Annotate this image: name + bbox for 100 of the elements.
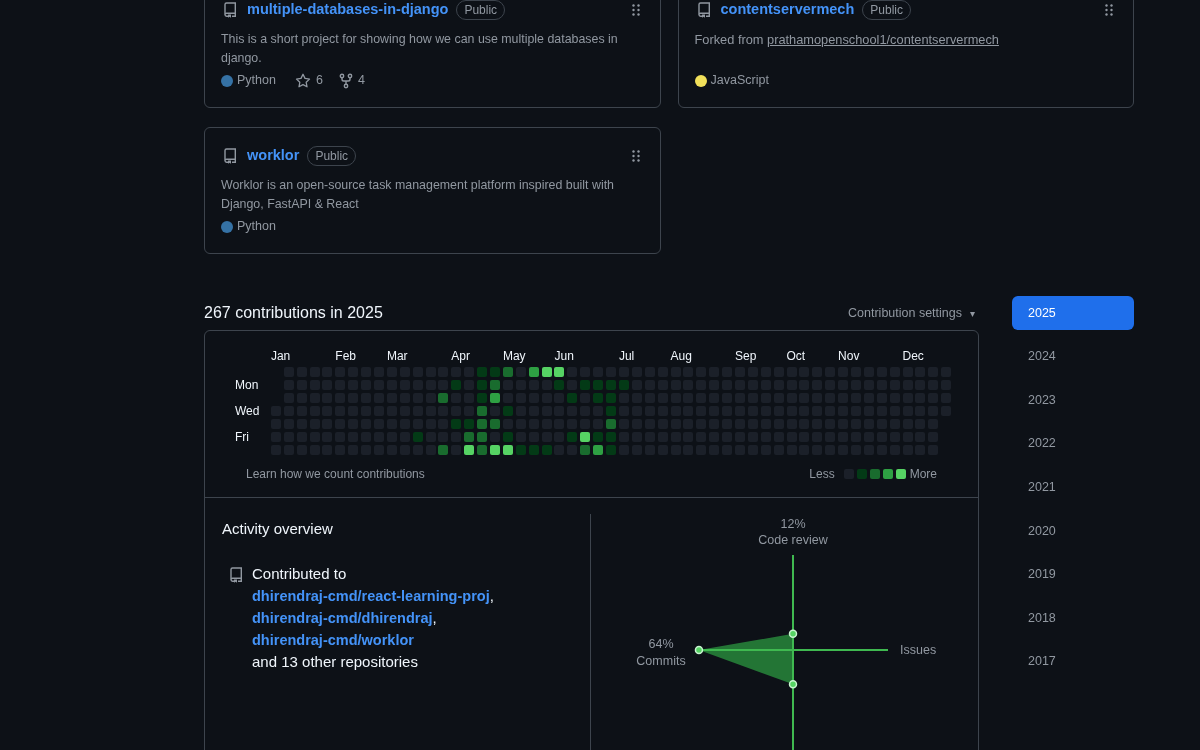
forked-repo-link[interactable]: prathamopenschool1/contentservermech bbox=[767, 31, 999, 47]
contribution-cell[interactable] bbox=[490, 445, 501, 455]
contribution-cell[interactable] bbox=[477, 406, 488, 416]
fork-icon bbox=[338, 72, 353, 89]
contribution-cell[interactable] bbox=[593, 393, 604, 403]
month-label: Feb bbox=[335, 348, 357, 364]
contribution-cell[interactable] bbox=[490, 367, 501, 377]
repo-icon bbox=[223, 1, 237, 18]
contribution-cell[interactable] bbox=[580, 432, 591, 442]
contribution-cell[interactable] bbox=[412, 432, 423, 442]
repo-name-link[interactable]: contentservermech bbox=[720, 0, 855, 21]
month-label: Aug bbox=[670, 348, 692, 364]
contribution-cell[interactable] bbox=[606, 419, 617, 429]
contribution-cell[interactable] bbox=[593, 380, 604, 390]
forks-link[interactable]: 4 bbox=[338, 71, 365, 90]
legend-less-label: Less bbox=[809, 466, 835, 483]
contribution-cell[interactable] bbox=[606, 406, 617, 416]
contribution-cell[interactable] bbox=[606, 393, 617, 403]
contribution-cell[interactable] bbox=[528, 445, 539, 455]
year-tab[interactable]: 2025 bbox=[1012, 296, 1134, 330]
contribution-summary: Contributed to dhirendraj-cmd/react-learning-proj, dhirendraj-cmd/dhirendraj, dhirendraj-cmd/worklor and 13 other repositories bbox=[252, 563, 494, 672]
year-tab[interactable]: 2024 bbox=[1012, 339, 1134, 374]
contribution-cell[interactable] bbox=[451, 380, 462, 390]
contribution-cell[interactable] bbox=[580, 445, 591, 455]
activity-overview-title: Activity overview bbox=[222, 519, 334, 539]
language-name: Python bbox=[237, 72, 276, 90]
contribution-cell[interactable] bbox=[438, 393, 449, 403]
stars-link[interactable]: 6 bbox=[294, 71, 323, 90]
star-icon bbox=[294, 72, 311, 89]
repo-name-link[interactable]: multiple-databases-in-django bbox=[247, 0, 449, 21]
contribution-cell[interactable] bbox=[477, 432, 488, 442]
repo-description: This is a short project for showing how we can use multiple databases in django. bbox=[221, 30, 619, 67]
contribution-cell[interactable] bbox=[477, 419, 488, 429]
year-tab[interactable]: 2017 bbox=[1012, 644, 1134, 679]
contribution-cell[interactable] bbox=[477, 445, 488, 455]
language-name: JavaScript bbox=[710, 72, 769, 90]
year-tab[interactable]: 2022 bbox=[1012, 426, 1134, 461]
contribution-cell[interactable] bbox=[593, 432, 604, 442]
contribution-cell[interactable] bbox=[490, 393, 501, 403]
axis-label: Code review bbox=[758, 533, 828, 547]
contribution-cell[interactable] bbox=[528, 367, 539, 377]
month-label: May bbox=[502, 348, 526, 364]
drag-handle-icon[interactable] bbox=[631, 149, 640, 162]
month-label: Jun bbox=[554, 348, 574, 364]
contribution-cell[interactable] bbox=[464, 419, 475, 429]
month-label: Oct bbox=[786, 348, 806, 364]
contribution-cell[interactable] bbox=[606, 380, 617, 390]
axis-percentage: 64% bbox=[648, 637, 674, 651]
contribution-cell[interactable] bbox=[438, 445, 449, 455]
contribution-cell[interactable] bbox=[515, 445, 526, 455]
contribution-cell[interactable] bbox=[477, 380, 488, 390]
contribution-cell[interactable] bbox=[593, 445, 604, 455]
contribution-cell[interactable] bbox=[618, 380, 629, 390]
contribution-cell[interactable] bbox=[567, 432, 578, 442]
contribution-cell[interactable] bbox=[477, 393, 488, 403]
contribution-cell[interactable] bbox=[502, 445, 513, 455]
axis-label: Commits bbox=[636, 654, 686, 668]
repo-name-link[interactable]: worklor bbox=[247, 145, 300, 167]
axis-line bbox=[792, 744, 794, 750]
contribution-cell[interactable] bbox=[541, 445, 552, 455]
contribution-cell[interactable] bbox=[464, 432, 475, 442]
contribution-cell[interactable] bbox=[554, 380, 565, 390]
weekday-label: Wed bbox=[235, 403, 260, 419]
month-label: Jan bbox=[270, 348, 291, 364]
year-tab[interactable]: 2020 bbox=[1012, 513, 1134, 548]
forked-from-text: Forked from prathamopenschool1/contentservermech bbox=[694, 30, 1000, 49]
caret-icon: ▾ bbox=[970, 305, 975, 321]
contribution-cell[interactable] bbox=[606, 445, 617, 455]
axis-percentage: 12% bbox=[780, 517, 806, 531]
repo-description: Worklor is an open-source task management platform inspired built with Django, FastAPI & React bbox=[221, 176, 615, 213]
legend-more-label: More bbox=[909, 466, 937, 483]
contribution-cell[interactable] bbox=[567, 393, 578, 403]
contribution-cell[interactable] bbox=[606, 432, 617, 442]
contribution-cell[interactable] bbox=[490, 419, 501, 429]
drag-handle-icon[interactable] bbox=[1105, 3, 1113, 16]
repo-link[interactable]: dhirendraj-cmd/worklor bbox=[252, 631, 414, 648]
year-tab[interactable]: 2018 bbox=[1012, 601, 1134, 636]
year-tab[interactable]: 2021 bbox=[1012, 470, 1134, 505]
month-label: Nov bbox=[838, 348, 860, 364]
drag-handle-icon[interactable] bbox=[631, 3, 640, 16]
month-label: Jul bbox=[618, 348, 635, 364]
contribution-cell[interactable] bbox=[554, 367, 565, 377]
contribution-cell[interactable] bbox=[502, 367, 513, 377]
contribution-cell[interactable] bbox=[490, 380, 501, 390]
contribution-cell[interactable] bbox=[502, 406, 513, 416]
contribution-cell[interactable] bbox=[580, 380, 591, 390]
repo-icon bbox=[696, 1, 711, 18]
contribution-cell[interactable] bbox=[451, 419, 462, 429]
contribution-settings-dropdown[interactable]: Contribution settings ▾ bbox=[848, 303, 975, 323]
learn-contributions-link[interactable]: Learn how we count contributions bbox=[246, 465, 425, 483]
year-tab[interactable]: 2019 bbox=[1012, 557, 1134, 592]
repo-link[interactable]: dhirendraj-cmd/dhirendraj bbox=[252, 609, 433, 626]
repo-link[interactable]: dhirendraj-cmd/react-learning-proj bbox=[252, 587, 490, 604]
contribution-cell[interactable] bbox=[541, 367, 552, 377]
contribution-cell[interactable] bbox=[477, 367, 488, 377]
contribution-cell[interactable] bbox=[464, 445, 475, 455]
weekday-label: Fri bbox=[235, 429, 249, 445]
year-tab[interactable]: 2023 bbox=[1012, 383, 1134, 418]
month-label: Mar bbox=[386, 348, 408, 364]
contribution-cell[interactable] bbox=[502, 432, 513, 442]
